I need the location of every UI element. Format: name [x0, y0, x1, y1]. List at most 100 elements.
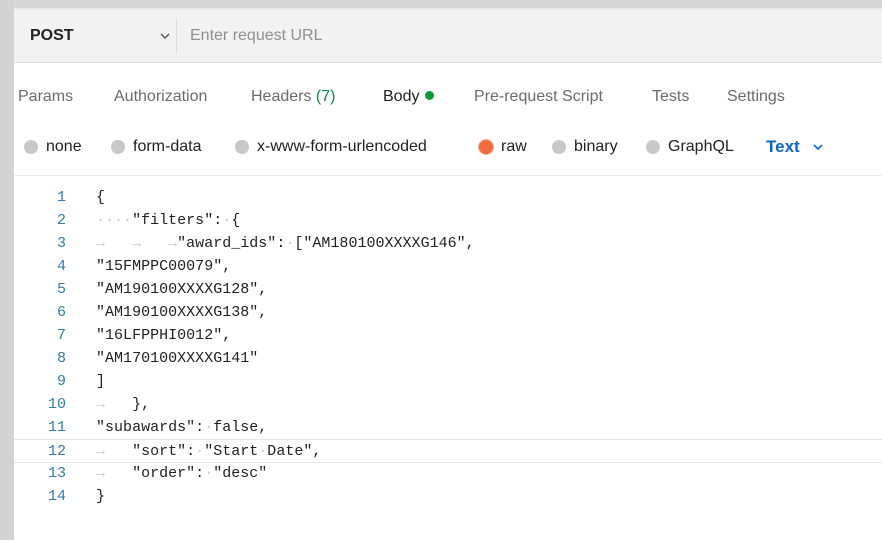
whitespace-marker: · — [204, 419, 214, 436]
option-label: GraphQL — [668, 138, 734, 155]
editor-line: 11 "subawards":·false, — [14, 416, 882, 439]
line-code: ] — [96, 373, 106, 390]
line-number: 8 — [56, 350, 66, 367]
tab-authorization[interactable]: Authorization — [114, 88, 207, 106]
line-code: } — [96, 488, 106, 505]
radio-icon — [552, 140, 566, 154]
line-number: 14 — [47, 488, 66, 505]
line-code: ····"filters":·{ — [96, 212, 241, 229]
url-separator — [176, 18, 177, 54]
line-number: 5 — [56, 281, 66, 298]
whitespace-marker: → — [96, 235, 106, 252]
chevron-down-icon — [160, 33, 170, 40]
request-tabs: Params Authorization Headers (7) Body Pr… — [14, 62, 882, 134]
line-number: 2 — [56, 212, 66, 229]
line-number: 4 — [56, 258, 66, 275]
whitespace-marker: → — [168, 235, 178, 252]
line-number: 6 — [56, 304, 66, 321]
line-code: "15FMPPC00079", — [96, 258, 232, 275]
body-type-raw[interactable]: raw — [479, 136, 527, 158]
option-label: raw — [501, 138, 527, 155]
method-selector[interactable]: POST — [30, 10, 192, 62]
editor-line: 9 ] — [14, 370, 882, 393]
line-code: → }, — [96, 396, 151, 413]
request-url-input[interactable] — [190, 22, 850, 50]
whitespace-marker: · — [204, 465, 214, 482]
tab-label: Pre-request Script — [474, 88, 603, 105]
whitespace-marker: · — [96, 212, 106, 229]
whitespace-marker: · — [258, 442, 268, 460]
body-type-none[interactable]: none — [24, 136, 82, 158]
editor-line: 2 ····"filters":·{ — [14, 209, 882, 232]
whitespace-marker: → — [96, 442, 106, 460]
editor-line: 6 "AM190100XXXXG138", — [14, 301, 882, 324]
line-code: { — [96, 189, 106, 206]
editor-line: 5 "AM190100XXXXG128", — [14, 278, 882, 301]
tab-tests[interactable]: Tests — [652, 88, 689, 106]
tab-settings[interactable]: Settings — [727, 88, 785, 106]
editor-line: 14 } — [14, 485, 882, 508]
radio-icon — [24, 140, 38, 154]
editor-line: 3 → → →"award_ids":·["AM180100XXXXG146", — [14, 232, 882, 255]
language-label: Text — [766, 137, 800, 156]
whitespace-marker: · — [105, 212, 115, 229]
editor-line: 10 → }, — [14, 393, 882, 416]
option-label: none — [46, 138, 82, 155]
line-number: 1 — [56, 189, 66, 206]
line-code: "AM190100XXXXG128", — [96, 281, 268, 298]
body-type-form-data[interactable]: form-data — [111, 136, 201, 158]
line-number: 9 — [56, 373, 66, 390]
editor-line: 13 → "order":·"desc" — [14, 462, 882, 485]
line-number: 12 — [47, 442, 66, 460]
editor-line: 1 { — [14, 186, 882, 209]
whitespace-marker: · — [114, 212, 124, 229]
chevron-down-icon — [813, 144, 823, 151]
editor-divider — [14, 175, 882, 176]
option-label: form-data — [133, 138, 202, 155]
line-number: 10 — [47, 396, 66, 413]
tab-label: Settings — [727, 88, 785, 105]
whitespace-marker: · — [285, 235, 295, 252]
whitespace-marker: · — [123, 212, 133, 229]
language-dropdown[interactable]: Text — [766, 136, 824, 158]
tab-label: Tests — [652, 88, 690, 105]
option-label: binary — [574, 138, 618, 155]
tab-headers[interactable]: Headers (7) — [251, 88, 335, 106]
tab-label: Params — [18, 88, 74, 105]
line-number: 3 — [56, 235, 66, 252]
line-code: "AM190100XXXXG138", — [96, 304, 268, 321]
whitespace-marker: → — [96, 465, 106, 482]
body-type-binary[interactable]: binary — [552, 136, 618, 158]
headers-count: (7) — [315, 88, 336, 105]
editor-line: 8 "AM170100XXXXG141" — [14, 347, 882, 370]
body-type-graphql[interactable]: GraphQL — [646, 136, 734, 158]
window-frame-left — [0, 0, 14, 540]
editor-line: 7 "16LFPPHI0012", — [14, 324, 882, 347]
whitespace-marker: → — [132, 235, 142, 252]
line-code: → "sort":·"Start·Date", — [96, 442, 322, 460]
tab-label: Authorization — [114, 88, 208, 105]
body-type-x-www-form-urlencoded[interactable]: x-www-form-urlencoded — [235, 136, 427, 158]
radio-icon — [235, 140, 249, 154]
radio-icon — [111, 140, 125, 154]
line-number: 7 — [56, 327, 66, 344]
tab-params[interactable]: Params — [18, 88, 73, 106]
line-code: "AM170100XXXXG141" — [96, 350, 259, 367]
line-code: "16LFPPHI0012", — [96, 327, 232, 344]
body-type-selector: none form-data x-www-form-urlencoded raw… — [14, 134, 882, 174]
body-modified-dot — [425, 91, 435, 100]
whitespace-marker: · — [195, 442, 205, 460]
line-code: → → →"award_ids":·["AM180100XXXXG146", — [96, 235, 475, 252]
editor-line-current: 12 → "sort":·"Start·Date", — [14, 439, 882, 463]
tab-body[interactable]: Body — [383, 88, 435, 106]
tab-label: Headers — [251, 88, 316, 105]
tab-pre-request-script[interactable]: Pre-request Script — [474, 88, 603, 106]
line-code: "subawards":·false, — [96, 419, 268, 436]
editor-line: 4 "15FMPPC00079", — [14, 255, 882, 278]
code-editor[interactable]: 1 { 2 ····"filters":·{ 3 → → →"award_ids… — [14, 186, 882, 540]
whitespace-marker: → — [96, 396, 106, 413]
option-label: x-www-form-urlencoded — [257, 138, 427, 155]
line-code: → "order":·"desc" — [96, 465, 268, 482]
radio-icon — [646, 140, 660, 154]
radio-selected-icon — [479, 140, 493, 154]
